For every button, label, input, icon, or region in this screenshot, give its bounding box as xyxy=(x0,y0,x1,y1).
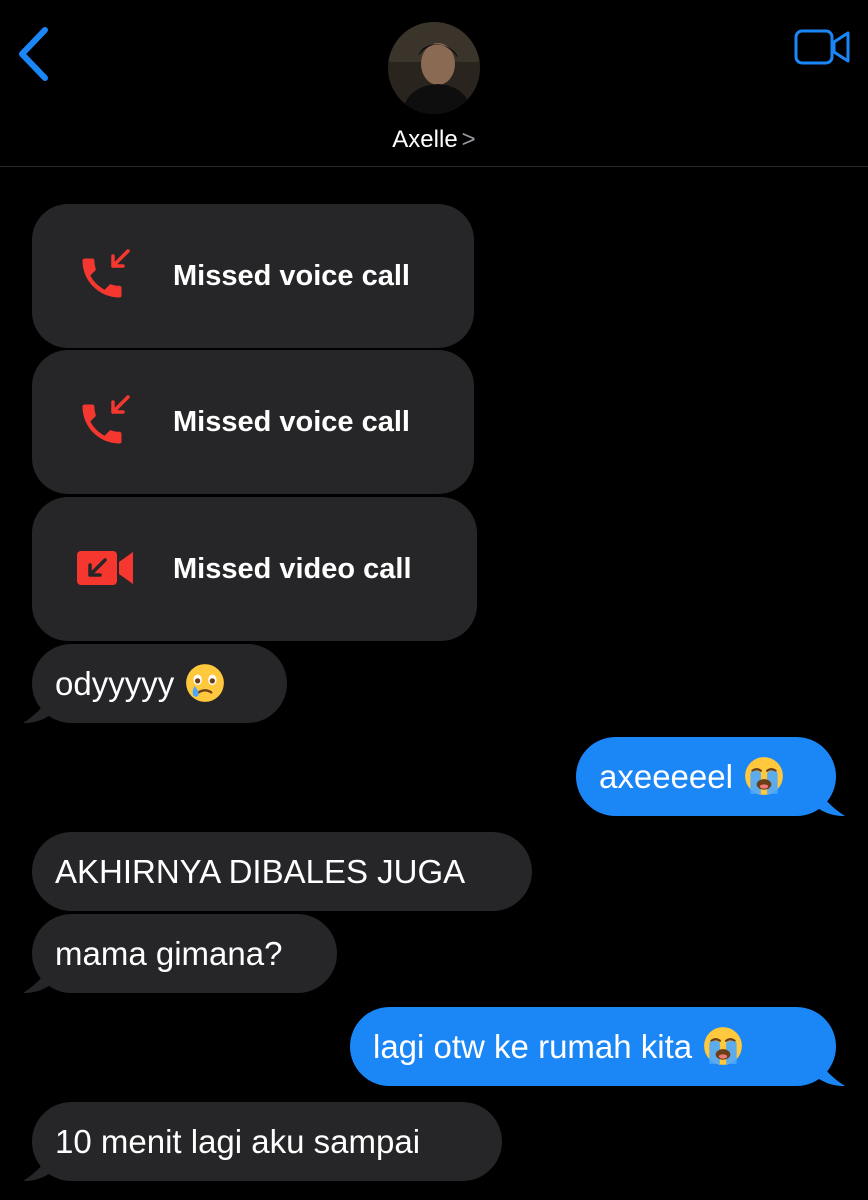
outgoing-message[interactable]: axeeeeel xyxy=(576,737,836,816)
incoming-message[interactable]: AKHIRNYA DIBALES JUGA xyxy=(32,832,532,911)
contact-avatar[interactable] xyxy=(388,22,480,114)
missed-call-label: Missed voice call xyxy=(173,260,410,292)
bubble-tail xyxy=(23,963,53,993)
message-text: mama gimana? xyxy=(55,935,283,972)
missed-call-card[interactable]: Missed voice call xyxy=(32,350,474,494)
message-text: odyyyyy xyxy=(55,665,175,702)
bubble-tail xyxy=(23,1151,53,1181)
face-holding-back-tears-emoji-icon xyxy=(184,662,226,704)
loudly-crying-face-emoji-icon xyxy=(743,755,785,797)
bubble-tail xyxy=(23,693,53,723)
message-text: AKHIRNYA DIBALES JUGA xyxy=(55,853,466,890)
chevron-right-icon: > xyxy=(461,126,476,153)
missed-voice-call-icon xyxy=(82,395,130,444)
bubble-tail xyxy=(815,786,845,816)
contact-name: Axelle xyxy=(392,126,458,153)
bubble-tail xyxy=(815,1056,845,1086)
incoming-message[interactable]: mama gimana? xyxy=(32,914,337,993)
back-chevron-icon[interactable] xyxy=(14,26,54,82)
missed-call-card[interactable]: Missed voice call xyxy=(32,204,474,348)
missed-call-label: Missed video call xyxy=(173,553,412,585)
incoming-message[interactable]: 10 menit lagi aku sampai xyxy=(32,1102,502,1181)
missed-video-call-icon xyxy=(77,551,133,585)
contact-name-button[interactable]: Axelle > xyxy=(0,126,868,154)
outgoing-message[interactable]: lagi otw ke rumah kita xyxy=(350,1007,836,1086)
loudly-crying-face-emoji-icon xyxy=(702,1025,744,1067)
message-text: axeeeeel xyxy=(599,758,733,795)
video-call-icon[interactable] xyxy=(794,26,852,68)
message-text: lagi otw ke rumah kita xyxy=(373,1028,693,1065)
incoming-message[interactable]: odyyyyy xyxy=(32,644,287,723)
missed-call-card[interactable]: Missed video call xyxy=(32,497,477,641)
message-text: 10 menit lagi aku sampai xyxy=(55,1123,421,1160)
conversation-header: Axelle > xyxy=(0,0,868,167)
missed-voice-call-icon xyxy=(82,249,130,298)
missed-call-label: Missed voice call xyxy=(173,406,410,438)
